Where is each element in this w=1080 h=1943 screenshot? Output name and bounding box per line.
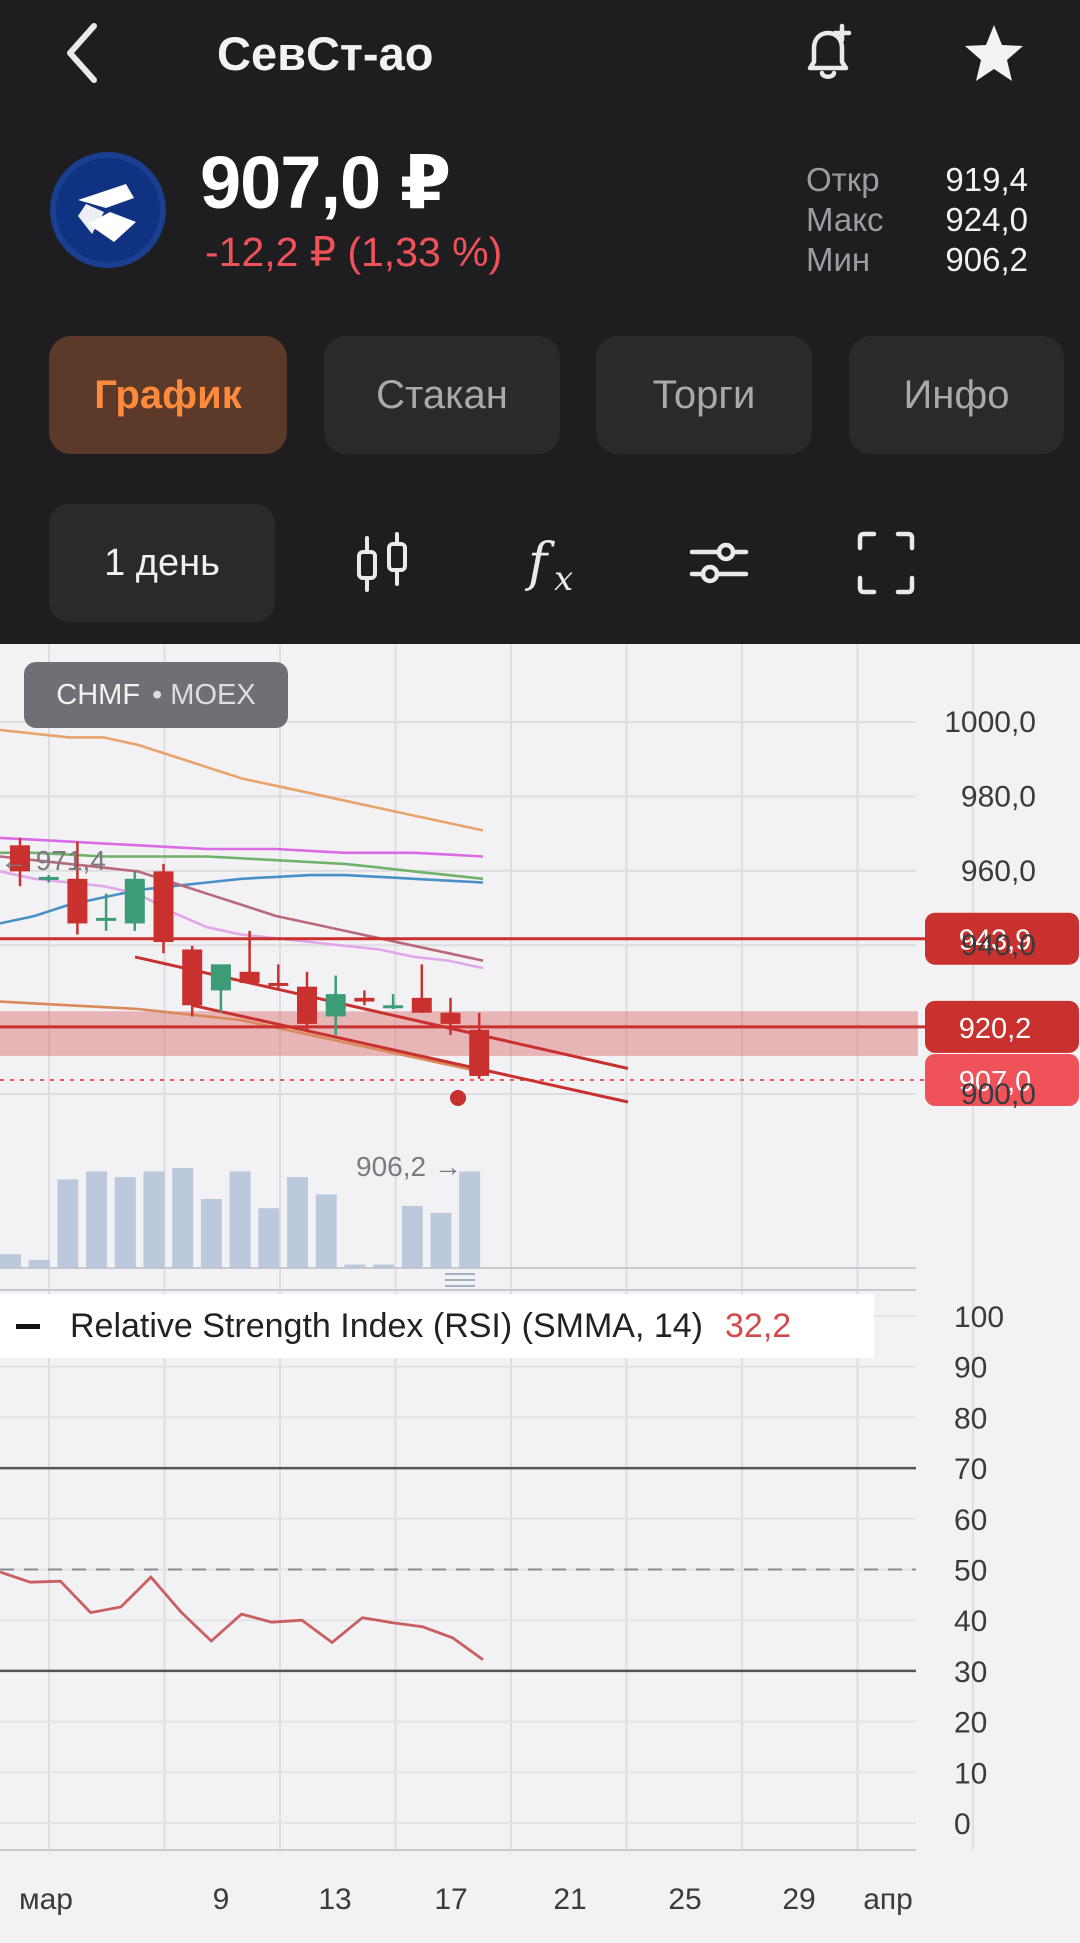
rsi-tick-label: 90 [954,1352,987,1385]
rsi-tick-label: 30 [954,1656,987,1689]
current-price: 907,0 ₽ [200,141,451,224]
last-trade-marker [450,1090,466,1106]
high-annotation: ← 971,4 [0,845,106,876]
candle-body [411,997,432,1013]
volume-bar [287,1177,308,1268]
candlestick-icon[interactable] [352,528,412,598]
tab-info[interactable]: Инфо [849,336,1064,454]
rsi-title: Relative Strength Index (RSI) (SMMA, 14) [70,1306,704,1345]
candle-body [67,878,88,924]
price-tick-label: 960,0 [961,855,1036,888]
rsi-tick-label: 100 [954,1301,1004,1334]
candle-body [124,878,145,924]
tab-order-book[interactable]: Стакан [324,336,560,454]
candle-body [153,871,174,943]
low-annotation: 906,2 → [356,1151,462,1182]
sliders-icon[interactable] [688,528,750,598]
severstal-logo [50,152,166,268]
candle-body [325,994,346,1017]
star-icon[interactable] [962,22,1026,84]
low-label: Мин [806,241,871,278]
x-tick-label: 29 [782,1883,815,1916]
tab-trades[interactable]: Торги [596,336,812,454]
svg-text:f: f [524,533,555,593]
price-change: -12,2 ₽ (1,33 %) [205,229,503,275]
volume-bar [315,1194,337,1268]
candle-body [210,964,231,991]
rsi-collapse-icon[interactable] [16,1323,40,1329]
rsi-legend[interactable]: Relative Strength Index (RSI) (SMMA, 14)… [0,1294,874,1358]
timeframe-button[interactable]: 1 день [49,504,275,622]
high-label: Макс [806,201,884,238]
ticker-badge: CHMF • MOEX [24,662,288,728]
function-fx-icon[interactable]: f x [524,528,588,598]
fullscreen-icon[interactable] [856,528,916,598]
x-tick-label: мар [19,1883,73,1916]
volume-bar [401,1205,423,1268]
open-value: 919,4 [945,161,1028,198]
volume-bar [200,1199,222,1268]
rsi-tick-label: 40 [954,1605,987,1638]
low-value: 906,2 [945,241,1028,278]
candle-body [268,982,289,986]
volume-bar [86,1171,108,1268]
x-tick-label: 25 [668,1883,701,1916]
svg-text:x: x [554,559,573,598]
volume-bar [0,1254,21,1268]
volume-bar [28,1259,50,1268]
back-chevron-icon[interactable] [62,22,102,84]
high-value: 924,0 [945,201,1028,238]
rsi-tick-label: 50 [954,1555,987,1588]
open-label: Откр [806,161,880,198]
candle-body [96,917,117,921]
volume-bar [258,1208,280,1268]
price-tick-label: 940,0 [961,929,1036,962]
x-tick-label: 21 [553,1883,586,1916]
tab-chart[interactable]: График [49,336,287,454]
candle-body [38,876,59,880]
volume-bar [143,1171,165,1268]
price-level-label: 920,2 [959,1013,1032,1045]
ticker-label: CHMF [56,678,141,711]
rsi-tick-label: 80 [954,1402,987,1435]
rsi-tick-label: 0 [954,1808,971,1841]
bell-plus-icon[interactable] [796,20,860,84]
volume-bar [172,1167,194,1268]
rsi-tick-label: 70 [954,1453,987,1486]
x-tick-label: 9 [213,1883,230,1916]
x-tick-label: 13 [318,1883,351,1916]
price-tick-label: 900,0 [961,1078,1036,1111]
rsi-tick-label: 60 [954,1504,987,1537]
exchange-name: MOEX [170,678,256,711]
volume-bar [344,1264,366,1268]
candle-body [354,997,375,1002]
candle-body [383,1005,404,1009]
volume-bar [114,1177,136,1268]
page-title: СевСт-ао [217,27,434,80]
price-tick-label: 980,0 [961,780,1036,813]
rsi-tick-label: 10 [954,1757,987,1790]
candle-body [182,949,203,1006]
rsi-value: 32,2 [725,1306,792,1345]
candle-body [297,986,317,1024]
volume-bar [459,1171,481,1268]
exchange-label: • MOEX [152,678,256,711]
candle-body [239,971,260,983]
volume-bar [229,1171,251,1268]
volume-bar [57,1179,79,1268]
x-tick-label: 17 [434,1883,467,1916]
candle-body [440,1012,461,1024]
price-tick-label: 1000,0 [944,706,1036,739]
ohl-panel: Откр 919,4 Макс 924,0 Мин 906,2 [806,160,1028,280]
rsi-tick-label: 20 [954,1707,987,1740]
x-tick-label: апр [863,1883,913,1916]
volume-bar [373,1264,395,1268]
candle-body [469,1029,490,1076]
volume-bar [430,1212,452,1268]
